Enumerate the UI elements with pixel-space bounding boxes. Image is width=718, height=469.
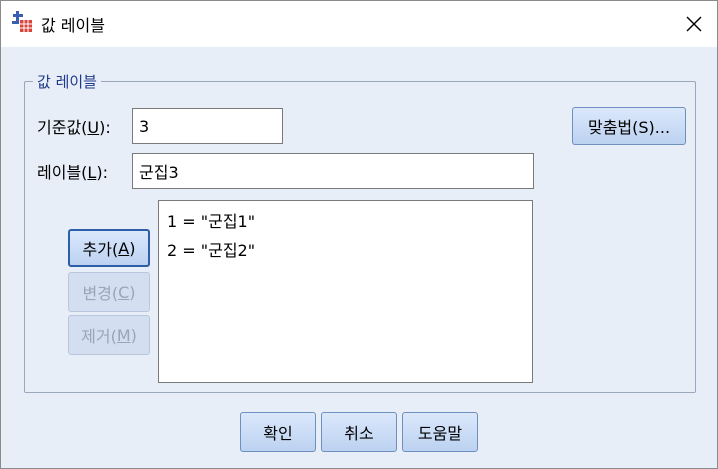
value-field-label: 기준값(U):: [37, 114, 111, 138]
value-label-mnemonic: U: [87, 118, 100, 137]
remove-button-end: ): [130, 325, 137, 345]
cancel-button[interactable]: 취소: [321, 412, 397, 452]
value-labels-dialog: 값 레이블 값 레이블 기준값(U): 레이블(L): 맞춤법(S)... 추가…: [0, 0, 718, 469]
value-label-text: 기준값(: [37, 118, 88, 137]
group-legend: 값 레이블: [33, 71, 101, 92]
change-button-end: ): [129, 282, 136, 302]
spelling-button[interactable]: 맞춤법(S)...: [572, 107, 686, 145]
help-button[interactable]: 도움말: [402, 412, 478, 452]
remove-button-label: 제거(: [81, 327, 117, 346]
change-button-mnemonic: C: [118, 282, 130, 302]
change-button[interactable]: 변경(C): [68, 272, 150, 312]
list-item[interactable]: 2 = "군집2": [167, 236, 532, 265]
label-label-end: ):: [96, 163, 108, 182]
add-button[interactable]: 추가(A): [68, 229, 150, 267]
ok-button[interactable]: 확인: [240, 412, 316, 452]
change-button-label: 변경(: [82, 284, 119, 303]
label-input[interactable]: [132, 153, 534, 189]
app-icon: [12, 11, 32, 32]
add-button-mnemonic: A: [118, 238, 130, 258]
add-button-end: ): [129, 238, 136, 258]
label-label-text: 레이블(: [37, 163, 88, 182]
remove-button-mnemonic: M: [116, 325, 131, 345]
label-field-label: 레이블(L):: [37, 159, 108, 183]
close-button[interactable]: [679, 9, 709, 39]
value-input[interactable]: [132, 108, 283, 144]
value-labels-list[interactable]: 1 = "군집1" 2 = "군집2": [158, 200, 533, 383]
window-title: 값 레이블: [41, 16, 105, 35]
close-icon: [686, 16, 702, 32]
remove-button[interactable]: 제거(M): [68, 315, 150, 355]
title-bar: 값 레이블: [1, 1, 717, 47]
value-label-end: ):: [99, 118, 111, 137]
add-button-label: 추가(: [82, 240, 119, 259]
label-label-mnemonic: L: [87, 163, 97, 182]
list-item[interactable]: 1 = "군집1": [167, 207, 532, 236]
